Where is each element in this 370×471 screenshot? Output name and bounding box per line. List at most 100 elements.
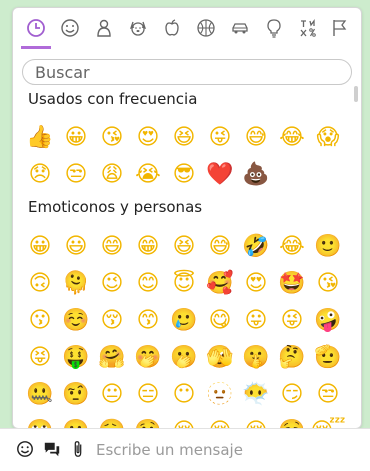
emoji-button[interactable]: 🤣 xyxy=(238,228,274,265)
emoji-button[interactable]: 🤭 xyxy=(130,339,166,376)
emoji-button[interactable]: 😅 xyxy=(202,228,238,265)
emoji-button[interactable]: 🥲 xyxy=(166,302,202,339)
emoji-button[interactable]: ☺️ xyxy=(58,302,94,339)
emoji-button[interactable]: 🙄 xyxy=(22,413,58,428)
emoji-row: 😀 😃 😄 😁 😆 😅 🤣 😂 🙂 xyxy=(22,228,346,265)
emoji-button[interactable]: 😒 xyxy=(310,376,346,413)
emoji-button[interactable]: 👍 xyxy=(22,119,58,156)
emoji-row: 🤐 🤨 😐 😑 😶 🫥 😶‍🌫️ 😏 😒 xyxy=(22,376,346,413)
emoji-button[interactable]: 😇 xyxy=(166,265,202,302)
emoji-button[interactable]: 😂 xyxy=(274,228,310,265)
tab-flags[interactable] xyxy=(326,14,354,42)
tab-activities[interactable] xyxy=(192,14,220,42)
emoji-button[interactable]: 😍 xyxy=(130,119,166,156)
emoji-button[interactable]: 😋 xyxy=(202,302,238,339)
emoji-button[interactable]: 💩 xyxy=(238,156,274,193)
emoji-button[interactable]: 🤔 xyxy=(274,339,310,376)
chat-button[interactable] xyxy=(41,438,63,460)
active-tab-indicator xyxy=(21,46,51,49)
emoji-button[interactable]: 😄 xyxy=(94,228,130,265)
category-tabs xyxy=(13,8,361,49)
emoji-button[interactable]: 🫡 xyxy=(310,339,346,376)
emoji-button[interactable]: 😊 xyxy=(130,265,166,302)
emoji-button[interactable]: 🤪 xyxy=(310,302,346,339)
emoji-button[interactable]: 😞 xyxy=(22,156,58,193)
emoji-button[interactable]: 😆 xyxy=(166,228,202,265)
paperclip-icon xyxy=(74,441,82,457)
emoji-row: 🙄😬😮‍💨🤥😌😔😪🤤😴 xyxy=(22,413,346,428)
emoji-button[interactable]: 😚 xyxy=(94,302,130,339)
clock-icon xyxy=(27,19,45,37)
emoji-button[interactable]: 😶 xyxy=(166,376,202,413)
emoji-button[interactable]: 😐 xyxy=(94,376,130,413)
scrollbar-track[interactable] xyxy=(353,86,359,426)
emoji-button[interactable]: 😀 xyxy=(22,228,58,265)
emoji-button[interactable]: 😴 xyxy=(310,413,346,428)
emoji-button[interactable]: 🙂 xyxy=(310,228,346,265)
emoji-button[interactable]: 🤗 xyxy=(94,339,130,376)
emoji-button[interactable]: 😁 xyxy=(130,228,166,265)
emoji-button[interactable]: 😜 xyxy=(202,119,238,156)
emoji-button[interactable]: 😂 xyxy=(274,119,310,156)
emoji-button[interactable]: 🫠 xyxy=(58,265,94,302)
emoji-button[interactable] xyxy=(14,438,36,460)
emoji-button[interactable]: 😛 xyxy=(238,302,274,339)
emoji-button[interactable]: 😪 xyxy=(238,413,274,428)
emoji-button[interactable]: 🤤 xyxy=(274,413,310,428)
emoji-button[interactable]: 😗 xyxy=(22,302,58,339)
emoji-button[interactable]: 😌 xyxy=(166,413,202,428)
emoji-button[interactable]: ❤️ xyxy=(202,156,238,193)
smiley-icon xyxy=(61,19,79,37)
emoji-button[interactable]: 🫥 xyxy=(202,376,238,413)
tab-travel[interactable] xyxy=(226,14,254,42)
emoji-button[interactable]: 😶‍🌫️ xyxy=(238,376,274,413)
emoji-button[interactable]: 😍 xyxy=(238,265,274,302)
emoji-button[interactable]: 😎 xyxy=(166,156,202,193)
emoji-button[interactable]: 😑 xyxy=(130,376,166,413)
smiley-icon xyxy=(17,441,33,457)
emoji-button[interactable]: 😃 xyxy=(58,228,94,265)
emoji-button[interactable]: 😭 xyxy=(130,156,166,193)
attach-button[interactable] xyxy=(67,438,89,460)
emoji-button[interactable]: 😙 xyxy=(130,302,166,339)
emoji-button[interactable]: 😮‍💨 xyxy=(94,413,130,428)
emoji-button[interactable]: 😜 xyxy=(274,302,310,339)
message-input[interactable] xyxy=(96,436,356,464)
emoji-button[interactable]: 🤥 xyxy=(130,413,166,428)
emoji-row: 😞 😒 😩 😭 😎 ❤️ 💩 xyxy=(22,156,346,193)
emoji-button[interactable]: 😱 xyxy=(310,119,346,156)
tab-objects[interactable] xyxy=(260,14,288,42)
emoji-button[interactable]: 😝 xyxy=(22,339,58,376)
tab-food[interactable] xyxy=(158,14,186,42)
car-icon xyxy=(232,23,248,34)
tab-recent[interactable] xyxy=(22,14,50,42)
tab-smileys[interactable] xyxy=(56,14,84,42)
emoji-button[interactable]: 😀 xyxy=(58,119,94,156)
emoji-button[interactable]: 😔 xyxy=(202,413,238,428)
emoji-button[interactable]: 🫢 xyxy=(166,339,202,376)
emoji-button[interactable]: 🫣 xyxy=(202,339,238,376)
emoji-button[interactable]: 🙃 xyxy=(22,265,58,302)
emoji-button[interactable]: 😘 xyxy=(310,265,346,302)
tab-animals[interactable] xyxy=(124,14,152,42)
emoji-button[interactable]: 😆 xyxy=(166,119,202,156)
emoji-button[interactable]: 😏 xyxy=(274,376,310,413)
tab-symbols[interactable] xyxy=(294,14,322,42)
emoji-button[interactable]: 🤩 xyxy=(274,265,310,302)
scrollbar-thumb[interactable] xyxy=(354,86,358,102)
emoji-button[interactable]: 🤐 xyxy=(22,376,58,413)
emoji-button[interactable]: 🤨 xyxy=(58,376,94,413)
emoji-button[interactable]: 😒 xyxy=(58,156,94,193)
emoji-button[interactable]: 🤑 xyxy=(58,339,94,376)
emoji-button[interactable]: 😩 xyxy=(94,156,130,193)
emoji-button[interactable]: 😉 xyxy=(94,265,130,302)
emoji-button[interactable]: 🤫 xyxy=(238,339,274,376)
emoji-button[interactable]: 😘 xyxy=(94,119,130,156)
emoji-button[interactable]: 😬 xyxy=(58,413,94,428)
search-input[interactable] xyxy=(22,59,352,85)
emoji-button[interactable]: 🥰 xyxy=(202,265,238,302)
tab-people[interactable] xyxy=(90,14,118,42)
smileys-emoji-grid: 😀 😃 😄 😁 😆 😅 🤣 😂 🙂 🙃 🫠 😉 😊 😇 🥰 😍 🤩 😘 😗 ☺️ 😚 😙 🥲 😋 😛 😜 🤪 😝 🤑 🤗 🤭 🫢 🫣 🤫 🤔 🫡 🤐 🤨 😐… xyxy=(22,228,346,428)
emoji-button[interactable]: 😅 xyxy=(238,119,274,156)
chat-bubbles-icon xyxy=(44,442,60,457)
